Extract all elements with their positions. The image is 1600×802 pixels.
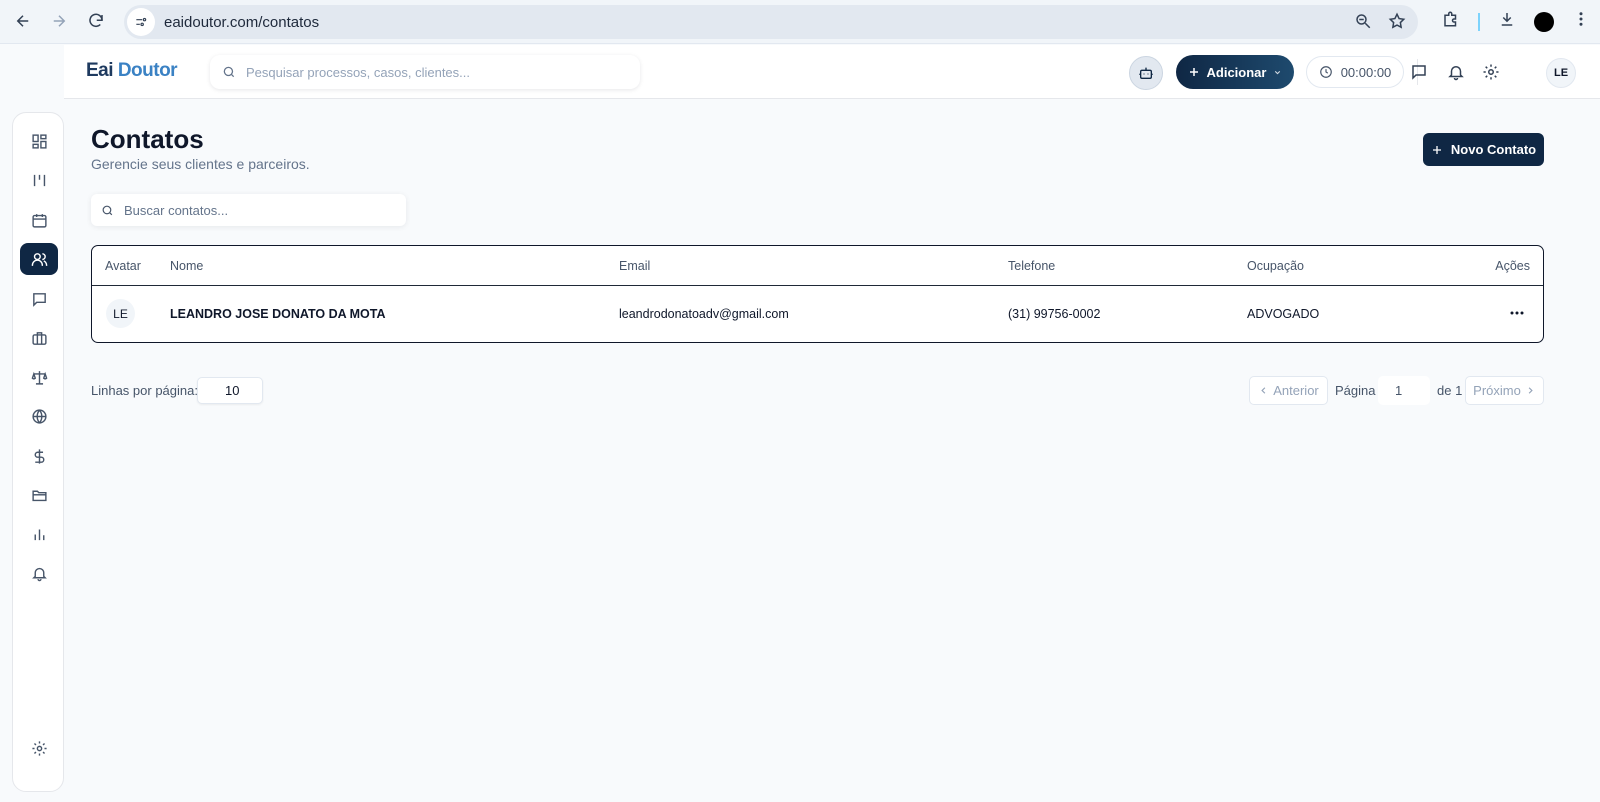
add-button-label: Adicionar bbox=[1206, 64, 1267, 80]
column-header-email: Email bbox=[619, 259, 651, 273]
row-actions-button[interactable] bbox=[1507, 305, 1527, 321]
table-header: Avatar Nome Email Telefone Ocupação Açõe… bbox=[92, 246, 1543, 286]
contact-occupation: ADVOGADO bbox=[1247, 307, 1320, 321]
settings-icon bbox=[31, 740, 47, 756]
sidebar-item-reports[interactable] bbox=[20, 518, 58, 550]
back-icon[interactable] bbox=[11, 9, 35, 33]
chevron-down-icon bbox=[1275, 70, 1281, 74]
add-button[interactable]: Adicionar bbox=[1176, 55, 1294, 89]
next-page-button[interactable]: Próximo bbox=[1465, 376, 1544, 405]
sidebar-item-dashboard[interactable] bbox=[20, 125, 58, 157]
search-icon bbox=[223, 66, 235, 78]
page-total-label: de 1 bbox=[1437, 383, 1463, 398]
sidebar-item-settings[interactable] bbox=[20, 732, 58, 764]
rows-per-page-label: Linhas por página: bbox=[91, 383, 198, 398]
contact-phone: (31) 99756-0002 bbox=[1008, 307, 1101, 321]
plus-icon bbox=[1432, 145, 1441, 154]
messages-icon[interactable] bbox=[1409, 62, 1429, 82]
sidebar-item-chat[interactable] bbox=[20, 283, 58, 315]
contact-name[interactable]: LEANDRO JOSE DONATO DA MOTA bbox=[170, 307, 386, 321]
reload-icon[interactable] bbox=[84, 9, 108, 33]
address-bar[interactable]: eaidoutor.com/contatos bbox=[124, 5, 1418, 39]
more-horizontal-icon bbox=[1510, 311, 1524, 315]
global-search-placeholder: Pesquisar processos, casos, clientes... bbox=[246, 64, 470, 80]
timer-value: 00:00:00 bbox=[1340, 64, 1392, 80]
chart-icon bbox=[34, 529, 44, 540]
chevron-right-icon bbox=[1528, 387, 1533, 394]
next-page-label: Próximo bbox=[1473, 383, 1521, 398]
contact-search-input[interactable]: Buscar contatos... bbox=[91, 194, 406, 226]
logo-part2: Doutor bbox=[117, 60, 178, 81]
sidebar-item-contacts[interactable] bbox=[20, 243, 58, 275]
browser-toolbar: eaidoutor.com/contatos bbox=[0, 0, 1600, 44]
page-label: Página bbox=[1335, 383, 1376, 398]
column-header-actions: Ações bbox=[1495, 259, 1530, 273]
new-contact-label: Novo Contato bbox=[1450, 142, 1537, 157]
sidebar-item-finance[interactable] bbox=[20, 440, 58, 472]
table-row[interactable]: LE LEANDRO JOSE DONATO DA MOTA leandrodo… bbox=[92, 286, 1543, 342]
folder-icon bbox=[31, 490, 47, 501]
settings-gear-icon[interactable] bbox=[1481, 62, 1501, 82]
scale-icon bbox=[31, 370, 47, 385]
chevron-left-icon bbox=[1261, 387, 1266, 394]
rows-per-page-select[interactable]: 10 bbox=[197, 377, 263, 404]
sidebar-item-cases[interactable] bbox=[20, 322, 58, 354]
column-header-avatar: Avatar bbox=[105, 259, 141, 273]
sidebar-item-documents[interactable] bbox=[20, 479, 58, 511]
sidebar-item-web[interactable] bbox=[20, 400, 58, 432]
chat-icon bbox=[32, 292, 46, 307]
bookmark-star-icon[interactable] bbox=[1388, 12, 1406, 35]
briefcase-icon bbox=[31, 331, 47, 345]
page-title: Contatos bbox=[91, 124, 204, 154]
previous-page-button[interactable]: Anterior bbox=[1249, 376, 1328, 405]
logo-part1: Eai bbox=[86, 60, 114, 81]
user-avatar[interactable]: LE bbox=[1546, 58, 1576, 88]
plus-icon bbox=[1189, 68, 1198, 76]
app-header: Eai Doutor Pesquisar processos, casos, c… bbox=[64, 45, 1600, 99]
clock-icon bbox=[1319, 66, 1332, 78]
contacts-table: Avatar Nome Email Telefone Ocupação Açõe… bbox=[91, 245, 1544, 343]
new-contact-button[interactable]: Novo Contato bbox=[1423, 133, 1544, 166]
sidebar-item-alerts[interactable] bbox=[20, 557, 58, 589]
bell-icon bbox=[31, 567, 47, 581]
sidebar bbox=[12, 112, 64, 792]
timer-button[interactable]: 00:00:00 bbox=[1306, 56, 1404, 88]
dollar-icon bbox=[34, 448, 44, 464]
search-icon bbox=[102, 205, 113, 215]
sidebar-item-calendar[interactable] bbox=[20, 204, 58, 236]
contact-search-placeholder: Buscar contatos... bbox=[124, 202, 229, 218]
site-settings-icon[interactable] bbox=[127, 8, 155, 36]
column-header-phone: Telefone bbox=[1008, 259, 1056, 273]
profile-avatar[interactable] bbox=[1534, 11, 1554, 32]
sidebar-item-processes[interactable] bbox=[20, 361, 58, 393]
extensions-icon[interactable] bbox=[1442, 10, 1460, 33]
url-text[interactable]: eaidoutor.com/contatos bbox=[164, 14, 319, 31]
dashboard-icon bbox=[31, 133, 47, 149]
notifications-bell-icon[interactable] bbox=[1446, 62, 1466, 82]
previous-page-label: Anterior bbox=[1273, 383, 1319, 398]
global-search-input[interactable]: Pesquisar processos, casos, clientes... bbox=[210, 55, 640, 89]
logo[interactable]: Eai Doutor bbox=[86, 60, 178, 82]
menu-kebab-icon[interactable] bbox=[1572, 10, 1590, 33]
forward-icon[interactable] bbox=[47, 9, 71, 33]
page-subtitle: Gerencie seus clientes e parceiros. bbox=[91, 156, 310, 172]
page-number-input[interactable]: 1 bbox=[1378, 376, 1430, 405]
toolbar-divider bbox=[1478, 12, 1480, 31]
column-header-occupation: Ocupação bbox=[1247, 259, 1304, 273]
sidebar-item-kanban[interactable] bbox=[20, 164, 58, 196]
contacts-icon bbox=[31, 252, 47, 266]
globe-icon bbox=[31, 408, 47, 424]
column-header-name: Nome bbox=[170, 259, 204, 273]
ai-assistant-button[interactable] bbox=[1129, 56, 1163, 90]
contact-email: leandrodonatoadv@gmail.com bbox=[619, 307, 789, 321]
zoom-icon[interactable] bbox=[1354, 12, 1372, 35]
kanban-icon bbox=[33, 174, 45, 186]
contact-avatar: LE bbox=[106, 299, 135, 328]
download-icon[interactable] bbox=[1498, 10, 1516, 33]
calendar-icon bbox=[31, 213, 47, 228]
bot-icon bbox=[1139, 67, 1153, 79]
